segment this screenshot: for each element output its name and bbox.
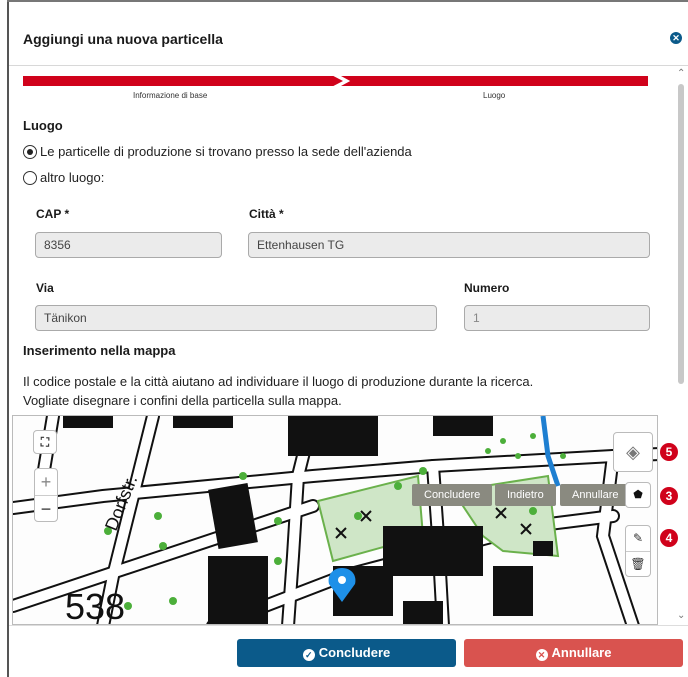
cancel-button-label: Annullare	[551, 645, 612, 660]
confirm-button[interactable]: ✓ Concludere	[237, 639, 456, 667]
radio-other-location[interactable]: altro luogo:	[23, 170, 104, 185]
street-field[interactable]: Tänikon	[35, 305, 437, 331]
zoom-out-button[interactable]: −	[35, 495, 57, 521]
number-label: Numero	[464, 281, 510, 295]
draw-cancel-button[interactable]: Annullare	[560, 484, 631, 506]
cap-label: CAP *	[36, 207, 70, 221]
confirm-button-label: Concludere	[318, 645, 391, 660]
location-section-title: Luogo	[23, 118, 63, 133]
city-field[interactable]: Ettenhausen TG	[248, 232, 650, 258]
radio-other-location-label: altro luogo:	[40, 170, 105, 185]
map-section-title: Inserimento nella mappa	[23, 343, 176, 358]
modal-title: Aggiungi una nuova particella	[23, 31, 223, 47]
street-label: Via	[36, 281, 54, 295]
scroll-thumb[interactable]	[678, 84, 684, 384]
zoom-control: + −	[34, 468, 58, 522]
parcel-map[interactable]: 538 Dorfstr.	[12, 415, 658, 625]
check-circle-icon: ✓	[302, 649, 315, 661]
draw-back-button[interactable]: Indietro	[495, 484, 556, 506]
layers-icon[interactable]: ◈	[613, 432, 653, 472]
scroll-down-arrow-icon[interactable]: ⌄	[677, 610, 685, 621]
cap-field[interactable]: 8356	[35, 232, 222, 258]
radio-unselected-icon[interactable]	[23, 170, 37, 185]
map-house-number: 538	[65, 586, 126, 625]
zoom-in-button[interactable]: +	[35, 469, 57, 495]
step-label-location[interactable]: Luogo	[483, 91, 505, 100]
x-circle-icon: ✕	[535, 649, 548, 661]
cancel-button[interactable]: ✕ Annullare	[464, 639, 683, 667]
badge-5: 5	[660, 443, 678, 461]
map-help-line-2: Vogliate disegnare i confini della parti…	[23, 393, 342, 408]
polygon-icon[interactable]: ⬟	[625, 482, 651, 508]
badge-4: 4	[660, 529, 678, 547]
edit-icon[interactable]: ✎	[626, 526, 650, 552]
edit-delete-group: ✎ 🗑	[625, 525, 651, 577]
step-bar-basic-info	[23, 76, 343, 86]
number-field[interactable]: 1	[464, 305, 650, 331]
fullscreen-icon[interactable]: ⛶	[33, 430, 57, 454]
radio-selected-icon[interactable]	[23, 144, 37, 159]
scroll-up-arrow-icon[interactable]: ⌃	[677, 68, 685, 79]
map-help-line-1: Il codice postale e la città aiutano ad …	[23, 374, 534, 389]
trash-icon[interactable]: 🗑	[626, 552, 650, 577]
modal-header: Aggiungi una nuova particella ✕	[9, 2, 688, 66]
stepper: Informazione di base Luogo	[23, 72, 648, 102]
step-label-basic-info[interactable]: Informazione di base	[133, 91, 207, 100]
radio-company-site[interactable]: Le particelle di produzione si trovano p…	[23, 144, 412, 159]
city-label: Città *	[249, 207, 284, 221]
badge-3: 3	[660, 487, 678, 505]
step-bar-location	[341, 76, 648, 86]
close-icon[interactable]: ✕	[670, 32, 682, 44]
radio-company-site-label: Le particelle di produzione si trovano p…	[40, 144, 412, 159]
draw-finish-button[interactable]: Concludere	[412, 484, 493, 506]
